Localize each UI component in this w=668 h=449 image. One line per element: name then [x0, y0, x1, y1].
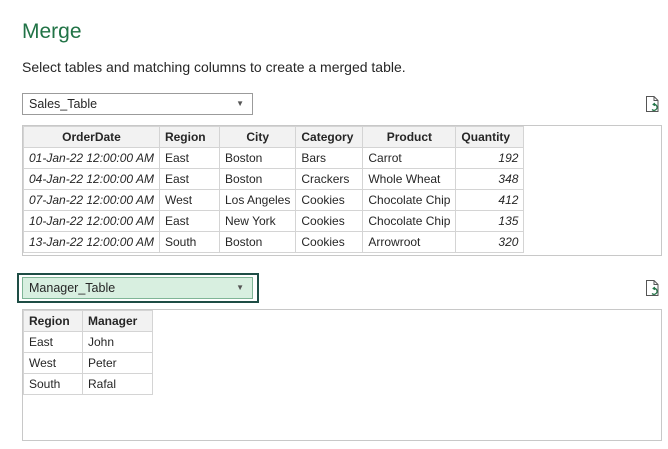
- cell-city: Los Angeles: [218, 189, 297, 211]
- cell-product: Arrowroot: [362, 231, 457, 253]
- first-table-dropdown-value: Sales_Table: [29, 97, 98, 111]
- second-table-dropdown-value: Manager_Table: [29, 281, 116, 295]
- cell-category: Bars: [295, 147, 364, 169]
- cell-manager: Rafal: [82, 373, 153, 395]
- cell-quantity: 192: [455, 147, 525, 169]
- table-row: 13-Jan-22 12:00:00 AM South Boston Cooki…: [23, 231, 525, 253]
- table-row: 10-Jan-22 12:00:00 AM East New York Cook…: [23, 210, 525, 232]
- cell-city: Boston: [218, 147, 297, 169]
- chevron-down-icon: ▼: [236, 283, 244, 292]
- refresh-preview-icon[interactable]: [645, 95, 661, 113]
- second-table-preview: Region Manager East John West Peter Sout…: [22, 309, 662, 441]
- second-table-grid: Region Manager East John West Peter Sout…: [23, 310, 153, 395]
- column-header-product[interactable]: Product: [362, 126, 457, 148]
- cell-orderdate: 13-Jan-22 12:00:00 AM: [23, 231, 160, 253]
- merge-dialog: Merge Select tables and matching columns…: [0, 0, 668, 449]
- cell-orderdate: 10-Jan-22 12:00:00 AM: [23, 210, 160, 232]
- cell-manager: John: [82, 331, 153, 353]
- cell-product: Whole Wheat: [362, 168, 457, 190]
- cell-manager: Peter: [82, 352, 153, 374]
- first-table-grid: OrderDate Region City Category Product Q…: [23, 126, 525, 253]
- column-header-category[interactable]: Category: [295, 126, 364, 148]
- cell-category: Cookies: [295, 231, 364, 253]
- cell-product: Carrot: [362, 147, 457, 169]
- cell-orderdate: 07-Jan-22 12:00:00 AM: [23, 189, 160, 211]
- cell-region: South: [158, 231, 220, 253]
- cell-quantity: 135: [455, 210, 525, 232]
- second-table-dropdown[interactable]: Manager_Table ▼: [22, 277, 253, 299]
- table-row: 01-Jan-22 12:00:00 AM East Boston Bars C…: [23, 147, 525, 169]
- cell-region: East: [23, 331, 83, 353]
- cell-product: Chocolate Chip: [362, 210, 457, 232]
- cell-region: East: [158, 147, 220, 169]
- cell-orderdate: 01-Jan-22 12:00:00 AM: [23, 147, 160, 169]
- cell-orderdate: 04-Jan-22 12:00:00 AM: [23, 168, 160, 190]
- column-header-manager[interactable]: Manager: [82, 310, 153, 332]
- column-header-region[interactable]: Region: [23, 310, 83, 332]
- cell-category: Crackers: [295, 168, 364, 190]
- column-header-quantity[interactable]: Quantity: [455, 126, 525, 148]
- refresh-preview-icon[interactable]: [645, 279, 661, 297]
- dialog-title: Merge: [22, 20, 82, 43]
- first-table-dropdown[interactable]: Sales_Table ▼: [22, 93, 253, 115]
- table-row: East John: [23, 331, 153, 353]
- chevron-down-icon: ▼: [236, 99, 244, 108]
- header-row: Region Manager: [23, 310, 153, 332]
- cell-quantity: 320: [455, 231, 525, 253]
- cell-region: West: [158, 189, 220, 211]
- cell-region: West: [23, 352, 83, 374]
- table-row: 04-Jan-22 12:00:00 AM East Boston Cracke…: [23, 168, 525, 190]
- cell-product: Chocolate Chip: [362, 189, 457, 211]
- cell-city: Boston: [218, 231, 297, 253]
- column-header-city[interactable]: City: [218, 126, 297, 148]
- table-row: South Rafal: [23, 373, 153, 395]
- table-row: 07-Jan-22 12:00:00 AM West Los Angeles C…: [23, 189, 525, 211]
- cell-region: East: [158, 210, 220, 232]
- column-header-region[interactable]: Region: [158, 126, 220, 148]
- cell-category: Cookies: [295, 210, 364, 232]
- cell-quantity: 348: [455, 168, 525, 190]
- cell-category: Cookies: [295, 189, 364, 211]
- table-row: West Peter: [23, 352, 153, 374]
- cell-quantity: 412: [455, 189, 525, 211]
- cell-region: East: [158, 168, 220, 190]
- header-row: OrderDate Region City Category Product Q…: [23, 126, 525, 148]
- cell-city: Boston: [218, 168, 297, 190]
- cell-region: South: [23, 373, 83, 395]
- dialog-instructions: Select tables and matching columns to cr…: [22, 59, 406, 75]
- cell-city: New York: [218, 210, 297, 232]
- first-table-preview: OrderDate Region City Category Product Q…: [22, 125, 662, 256]
- column-header-orderdate[interactable]: OrderDate: [23, 126, 160, 148]
